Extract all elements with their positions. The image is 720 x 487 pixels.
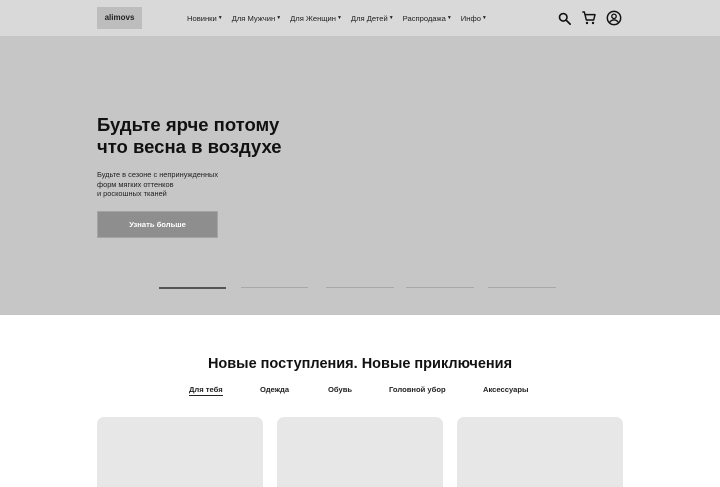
nav-item-label: Новинки [187, 13, 217, 23]
learn-more-button[interactable]: Узнать больше [97, 211, 218, 238]
caret-down-icon: ▼ [336, 15, 342, 21]
tab-shoes[interactable]: Обувь [328, 385, 352, 394]
caret-down-icon: ▼ [446, 15, 452, 21]
hero-text-line: форм мягких оттенков [97, 179, 174, 189]
logo[interactable]: alimovs [97, 7, 142, 29]
nav-item-label: Для Детей [350, 13, 388, 23]
cart-icon[interactable] [580, 9, 598, 27]
hero-banner: Будьте ярче потому что весна в воздухе Б… [0, 36, 720, 315]
hero-description: Будьте в сезоне с непринужденных форм мя… [97, 170, 257, 199]
slider-dot[interactable] [326, 287, 394, 288]
tab-for-you[interactable]: Для тебя [189, 385, 223, 396]
tab-headwear[interactable]: Головной убор [389, 385, 446, 394]
product-card[interactable] [277, 417, 443, 487]
nav-item-label: Распродажа [402, 13, 446, 23]
site-header: alimovs Новинки ▼ Для Мужчин ▼ Для Женщин ▼… [0, 0, 720, 36]
hero-title-line: что весна в воздухе [97, 136, 282, 157]
product-card[interactable] [97, 417, 263, 487]
main-nav: Новинки ▼ Для Мужчин ▼ Для Женщин ▼ Для Дет… [187, 0, 496, 36]
slider-dot[interactable] [241, 287, 308, 288]
category-tabs: Для тебя Одежда Обувь Головной убор Аксе… [0, 385, 720, 399]
nav-item-info[interactable]: Инфо ▼ [461, 14, 487, 23]
tab-accessories[interactable]: Аксессуары [483, 385, 528, 394]
nav-item-label: Для Мужчин [231, 13, 276, 23]
slider-dot[interactable] [488, 287, 556, 288]
caret-down-icon: ▼ [276, 15, 282, 21]
caret-down-icon: ▼ [217, 15, 223, 21]
hero-title: Будьте ярче потому что весна в воздухе [97, 114, 357, 158]
nav-item-label: Для Женщин [290, 13, 336, 23]
slider-dot[interactable] [159, 287, 226, 289]
hero-title-line: Будьте ярче потому [97, 114, 280, 135]
account-icon[interactable] [605, 9, 623, 27]
caret-down-icon: ▼ [388, 15, 394, 21]
slider-dot[interactable] [406, 287, 474, 288]
nav-item-women[interactable]: Для Женщин ▼ [290, 14, 342, 23]
nav-item-kids[interactable]: Для Детей ▼ [351, 14, 394, 23]
search-icon[interactable] [555, 9, 573, 27]
hero-text-line: Будьте в сезоне с непринужденных [97, 170, 219, 179]
caret-down-icon: ▼ [481, 15, 487, 21]
header-icons [548, 9, 623, 27]
tab-clothing[interactable]: Одежда [260, 385, 289, 394]
nav-item-men[interactable]: Для Мужчин ▼ [232, 14, 281, 23]
section-title: Новые поступления. Новые приключения [207, 356, 513, 372]
nav-item-new[interactable]: Новинки ▼ [187, 14, 223, 23]
product-card[interactable] [457, 417, 623, 487]
slider-indicators [0, 287, 720, 291]
nav-item-sale[interactable]: Распродажа ▼ [403, 14, 452, 23]
nav-item-label: Инфо [460, 13, 481, 23]
hero-text-line: и роскошных тканей [97, 189, 167, 198]
